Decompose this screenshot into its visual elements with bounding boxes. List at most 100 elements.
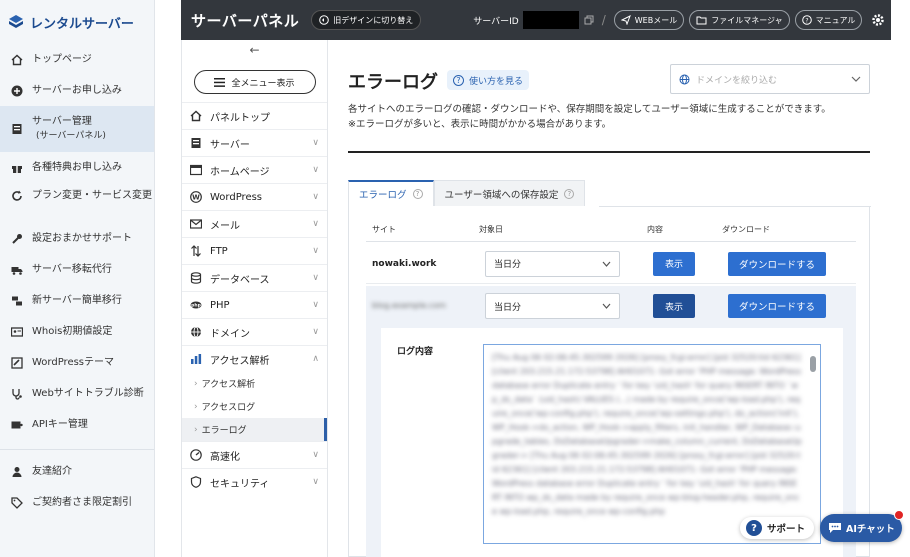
domain-filter-select[interactable]: ドメインを絞り込む [670, 64, 870, 94]
account-menu-item[interactable]: サーバー管理 (サーバーパネル) [0, 106, 154, 152]
all-menu-button[interactable]: 全メニュー表示 [193, 70, 316, 94]
nav-item[interactable]: ホームページ ∨ [182, 156, 327, 183]
account-menu-item[interactable]: 新サーバー簡単移行 [0, 285, 154, 316]
chevron-icon: ∧ [312, 354, 319, 364]
chevron-icon: ∨ [312, 450, 319, 460]
chevron-icon: ∨ [312, 165, 319, 175]
tab-save-settings[interactable]: ユーザー領域への保存設定? [433, 180, 586, 206]
chevron-right-icon: › [194, 401, 198, 412]
account-sidebar: レンタルサーバー トップページサーバーお申し込みサーバー管理 (サーバーパネル) 各… [0, 0, 155, 557]
svg-text:?: ? [805, 18, 808, 25]
download-button[interactable]: ダウンロードする [728, 294, 826, 318]
account-menu-item[interactable]: サーバー移転代行 [0, 254, 154, 285]
chevron-icon: ∨ [312, 138, 319, 148]
page-description: 各サイトへのエラーログの確認・ダウンロードや、保存期間を設定してユーザー領域に生… [348, 102, 868, 132]
table-row: nowaki.work 当日分 表示 ダウンロードする [366, 244, 856, 284]
nav-item[interactable]: php PHP ∨ [182, 291, 327, 318]
account-menu-item[interactable]: Whois初期値設定 [0, 316, 154, 347]
tab-error-log[interactable]: エラーログ? [348, 180, 434, 206]
question-icon[interactable]: ? [564, 188, 575, 199]
show-button[interactable]: 表示 [653, 294, 695, 318]
old-design-toggle[interactable]: 旧デザインに切り替え [311, 10, 422, 30]
nav-item[interactable]: パネルトップ [182, 102, 327, 129]
nav-item[interactable]: 高速化 ∨ [182, 441, 327, 468]
discount-icon [10, 496, 24, 510]
scroll-thumb[interactable] [810, 356, 816, 372]
show-button[interactable]: 表示 [653, 251, 695, 276]
chevron-icon: ∨ [312, 327, 319, 337]
date-select[interactable]: 当日分 [485, 250, 620, 277]
ai-chat-button[interactable]: AIチャット [820, 510, 904, 542]
account-menu-item[interactable]: 各種特典お申し込み [0, 152, 154, 183]
account-menu-item[interactable]: プラン変更・サービス変更 [0, 183, 154, 223]
server-icon [10, 122, 24, 136]
support-label: サポート [767, 524, 806, 535]
account-menu-item[interactable]: サーバーお申し込み [0, 75, 154, 106]
arrow-left-icon: ← [249, 43, 260, 57]
nav-item[interactable]: ドメイン ∨ [182, 318, 327, 345]
webmail-button[interactable]: WEBメール [613, 10, 685, 30]
help-link[interactable]: ? 使い方を見る [447, 70, 530, 90]
gear-icon[interactable] [871, 13, 885, 27]
nav-subitem-label: アクセス解析 [201, 380, 256, 390]
nav-item-label: パネルトップ [210, 112, 270, 124]
manual-button[interactable]: ? マニュアル [794, 10, 863, 30]
account-menu-item[interactable]: 設定おまかせサポート [0, 223, 154, 254]
row-controls: blog.example.com 当日分 表示 ダウンロードする [366, 286, 856, 326]
description-line-2: ※エラーログが多いと、表示に時間がかかる場合があります。 [348, 119, 612, 130]
nav-item[interactable]: FTP ∨ [182, 237, 327, 264]
panel-nav: ← 全メニュー表示 パネルトップサーバー ∨ ホームページ ∨ W WordPress ∨ メ… [181, 40, 328, 557]
chevron-icon: ∨ [312, 300, 319, 310]
nav-item[interactable]: セキュリティ ∨ [182, 468, 327, 495]
brand[interactable]: レンタルサーバー [0, 0, 154, 44]
account-menu-item[interactable]: トップページ [0, 44, 154, 75]
copy-icon[interactable] [584, 15, 594, 25]
php-icon: php [190, 299, 202, 311]
account-menu-label: 各種特典お申し込み [32, 161, 122, 173]
account-menu-label-group: サーバー管理 (サーバーパネル) [32, 115, 106, 143]
account-menu-label: サーバーお申し込み [32, 84, 122, 96]
send-icon [620, 15, 631, 25]
account-menu-item[interactable]: APIキー管理 [0, 409, 154, 440]
question-icon[interactable]: ? [412, 189, 423, 199]
header-separator: / [601, 13, 606, 27]
account-menu-item[interactable]: ご契約者さま限定割引 [0, 487, 154, 518]
home-icon [190, 110, 202, 122]
brand-logo-icon [9, 15, 23, 28]
nav-item[interactable]: データベース ∨ [182, 264, 327, 291]
nav-item-label: FTP [210, 245, 228, 257]
nav-item-label: WordPress [210, 191, 263, 203]
api-key-icon [10, 418, 24, 432]
date-select[interactable]: 当日分 [485, 293, 620, 319]
home-icon [10, 53, 24, 67]
file-manager-button[interactable]: ファイルマネージャ [689, 10, 790, 30]
nav-subitem[interactable]: › アクセス解析 [182, 372, 327, 395]
account-menu-item[interactable]: Webサイトトラブル診断 [0, 378, 154, 409]
person-icon [10, 465, 24, 479]
webmail-label: WEBメール [634, 15, 678, 25]
truck-icon [10, 263, 24, 277]
tab-panel: サイト 対象日 内容 ダウンロード nowaki.work 当日分 表示 ダウン… [348, 206, 871, 557]
date-select-value: 当日分 [494, 302, 522, 313]
ftp-icon [190, 245, 202, 257]
nav-item-label: ドメイン [210, 328, 250, 340]
nav-item[interactable]: W WordPress ∨ [182, 183, 327, 210]
account-menu-item[interactable]: 友達紹介 [0, 456, 154, 487]
nav-item-label: 高速化 [210, 451, 240, 463]
account-menu-label: Whois初期値設定 [32, 325, 113, 337]
gift-icon [10, 161, 24, 175]
log-scrollbar[interactable] [809, 348, 817, 540]
nav-item-label: ホームページ [210, 166, 270, 178]
nav-item[interactable]: サーバー ∨ [182, 129, 327, 156]
collapse-nav-button[interactable]: ← [182, 40, 327, 60]
nav-item[interactable]: アクセス解析 ∧ [182, 345, 327, 372]
account-menu-item[interactable]: WordPressテーマ [0, 347, 154, 378]
nav-item[interactable]: メール ∨ [182, 210, 327, 237]
nav-subitem[interactable]: › エラーログ [182, 418, 327, 441]
chevron-right-icon: › [194, 378, 198, 389]
download-button[interactable]: ダウンロードする [728, 251, 826, 276]
site-name: nowaki.work [372, 258, 437, 269]
nav-subitem[interactable]: › アクセスログ [182, 395, 327, 418]
log-textarea[interactable]: [Thu Aug 06 02:06:45.302599 2026] [proxy… [483, 344, 821, 544]
support-button[interactable]: ? サポート [740, 517, 814, 539]
